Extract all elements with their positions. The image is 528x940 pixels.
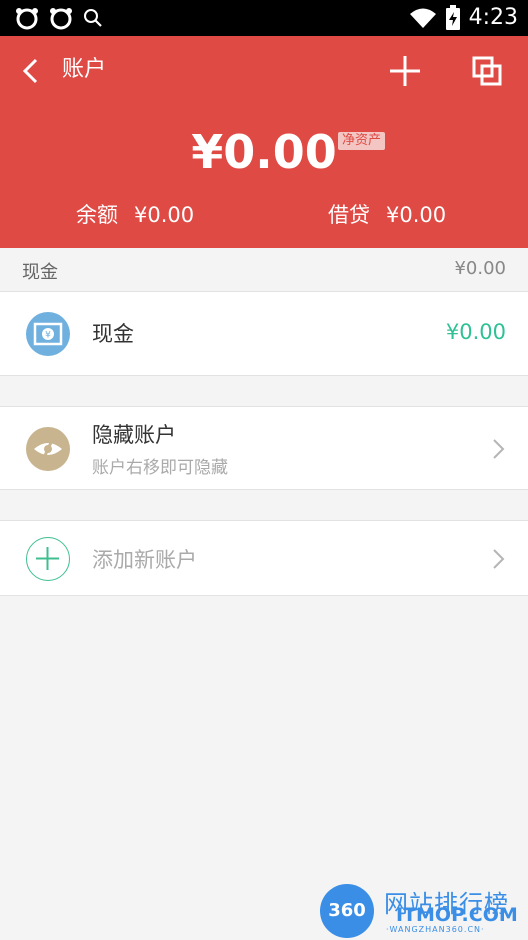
eye-slash-icon — [26, 427, 70, 471]
watermark-subdomain: ·WANGZHAN360.CN· — [386, 925, 485, 934]
account-name: 现金 — [92, 322, 134, 346]
status-time: 4:23 — [468, 5, 518, 30]
account-row-cash[interactable]: ¥ 现金 ¥0.00 — [0, 292, 528, 376]
status-icons-right: 4:23 — [409, 4, 518, 32]
account-header: 账户 ¥0.00 净资产 余额 ¥0.00 借贷 ¥0.00 — [0, 36, 528, 248]
transfer-icon[interactable] — [470, 54, 504, 88]
app-notification-icon — [16, 8, 38, 30]
back-arrow-icon[interactable] — [16, 56, 46, 86]
net-assets-badge: 净资产 — [338, 132, 386, 150]
add-account-label: 添加新账户 — [92, 548, 197, 572]
watermark-logo: 360 网站排行榜 ITMOP.COM ·WANGZHAN360.CN· — [316, 880, 526, 938]
add-icon[interactable] — [388, 54, 422, 88]
plus-circle-icon — [26, 537, 70, 581]
chevron-right-icon — [493, 549, 505, 569]
svg-text:¥: ¥ — [45, 331, 51, 341]
watermark-badge: 360 — [320, 884, 374, 938]
add-account-row[interactable]: 添加新账户 — [0, 520, 528, 596]
net-assets-amount: ¥0.00 — [191, 125, 337, 179]
page-title: 账户 — [62, 57, 107, 82]
section-total: ¥0.00 — [454, 258, 506, 279]
status-bar: 4:23 — [0, 0, 528, 36]
search-icon — [84, 9, 102, 27]
loan-summary: 借贷 ¥0.00 — [328, 200, 446, 230]
balance-value: ¥0.00 — [134, 203, 195, 227]
cash-section-header: 现金 ¥0.00 — [0, 248, 528, 292]
hidden-accounts-row[interactable]: 隐藏账户 账户右移即可隐藏 — [0, 406, 528, 490]
balance-summary: 余额 ¥0.00 — [76, 200, 194, 230]
status-icons-left — [14, 6, 104, 30]
chevron-right-icon — [493, 439, 505, 459]
battery-icon — [445, 5, 460, 30]
loan-value: ¥0.00 — [386, 203, 447, 227]
wifi-icon — [409, 8, 436, 28]
hidden-accounts-subtitle: 账户右移即可隐藏 — [92, 458, 228, 478]
loan-label: 借贷 — [328, 203, 370, 227]
balance-label: 余额 — [76, 203, 118, 227]
cash-icon: ¥ — [26, 312, 70, 356]
account-value: ¥0.00 — [445, 320, 506, 344]
section-title: 现金 — [22, 262, 58, 283]
app-notification-icon — [50, 8, 72, 30]
hidden-accounts-title: 隐藏账户 — [92, 423, 176, 447]
watermark-domain: ITMOP.COM — [396, 904, 518, 926]
